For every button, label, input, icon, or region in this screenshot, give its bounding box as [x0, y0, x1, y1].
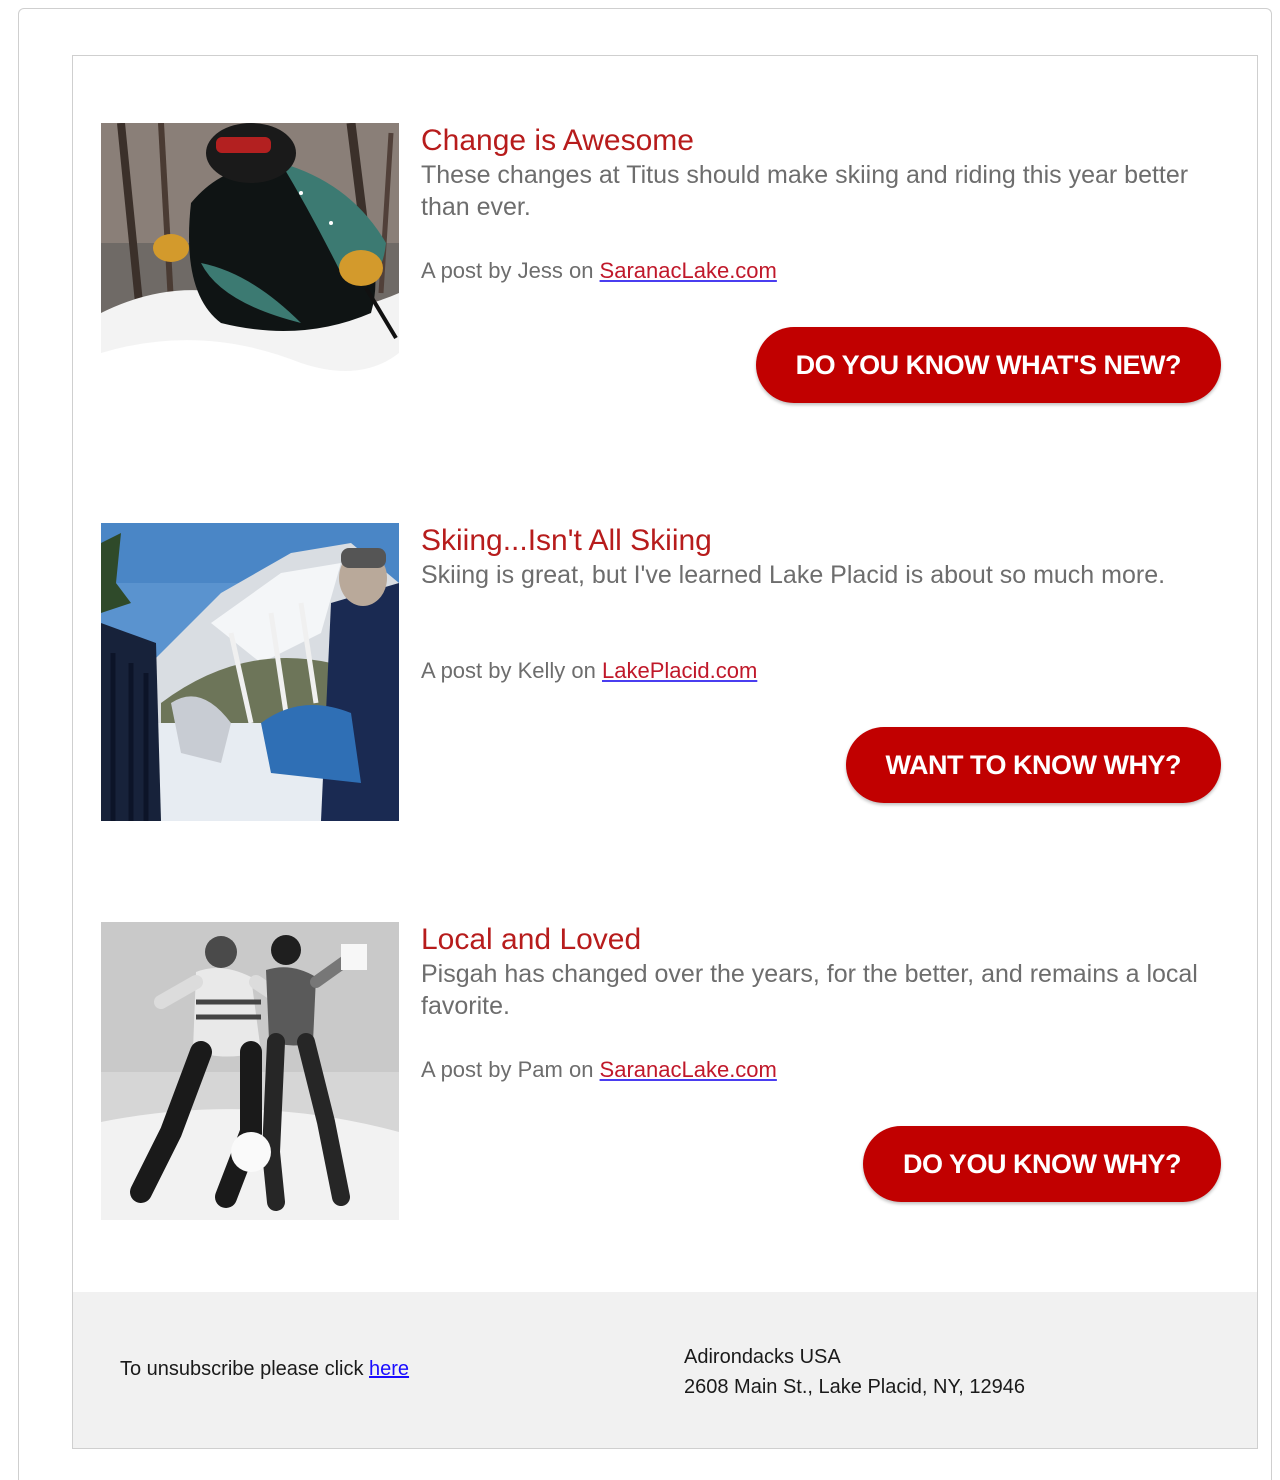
mountain-photo: [101, 523, 399, 821]
do-you-know-why-button[interactable]: DO YOU KNOW WHY?: [863, 1126, 1221, 1202]
skier-photo: [101, 123, 399, 421]
article-content: Change is Awesome These changes at Titus…: [421, 123, 1221, 283]
street-address: 2608 Main St., Lake Placid, NY, 12946: [684, 1376, 1025, 1398]
article-content: Local and Loved Pisgah has changed over …: [421, 922, 1221, 1082]
article-byline: A post by Jess on SaranacLake.com: [421, 257, 777, 285]
article-byline: A post by Kelly on LakePlacid.com: [421, 657, 757, 685]
article-description: These changes at Titus should make skiin…: [421, 161, 1189, 221]
article-title[interactable]: Local and Loved: [421, 922, 1221, 958]
article-content: Skiing...Isn't All Skiing Skiing is grea…: [421, 523, 1221, 683]
article-description: Pisgah has changed over the years, for t…: [421, 960, 1198, 1020]
postal-address: Adirondacks USA 2608 Main St., Lake Plac…: [684, 1342, 1025, 1402]
article-image-mountain[interactable]: [101, 523, 399, 821]
article-description: Skiing is great, but I've learned Lake P…: [421, 561, 1166, 589]
article-card: Local and Loved Pisgah has changed over …: [101, 922, 1231, 1220]
article-image-vintage[interactable]: [101, 922, 399, 1220]
article-byline: A post by Pam on SaranacLake.com: [421, 1056, 777, 1084]
email-viewer-frame: Change is Awesome These changes at Titus…: [18, 8, 1272, 1480]
unsubscribe-notice: To unsubscribe please click here: [120, 1358, 409, 1381]
article-title[interactable]: Change is Awesome: [421, 123, 1221, 159]
whats-new-button[interactable]: DO YOU KNOW WHAT'S NEW?: [755, 327, 1221, 403]
byline-text: A post by Pam on: [421, 1057, 600, 1082]
site-link[interactable]: LakePlacid.com: [602, 658, 757, 683]
unsubscribe-link[interactable]: here: [369, 1358, 409, 1380]
unsubscribe-text: To unsubscribe please click: [120, 1358, 370, 1380]
org-name: Adirondacks USA: [684, 1346, 841, 1368]
site-link[interactable]: SaranacLake.com: [600, 258, 777, 283]
article-card: Skiing...Isn't All Skiing Skiing is grea…: [101, 523, 1231, 821]
vintage-photo: [101, 922, 399, 1220]
article-image-skier[interactable]: [101, 123, 399, 421]
site-link[interactable]: SaranacLake.com: [600, 1057, 777, 1082]
newsletter-email: Change is Awesome These changes at Titus…: [72, 55, 1258, 1449]
want-to-know-why-button[interactable]: WANT TO KNOW WHY?: [845, 727, 1221, 803]
byline-text: A post by Kelly on: [421, 658, 602, 683]
email-footer: To unsubscribe please click here Adirond…: [73, 1292, 1257, 1448]
article-card: Change is Awesome These changes at Titus…: [101, 123, 1231, 421]
byline-text: A post by Jess on: [421, 258, 600, 283]
article-title[interactable]: Skiing...Isn't All Skiing: [421, 523, 1221, 559]
